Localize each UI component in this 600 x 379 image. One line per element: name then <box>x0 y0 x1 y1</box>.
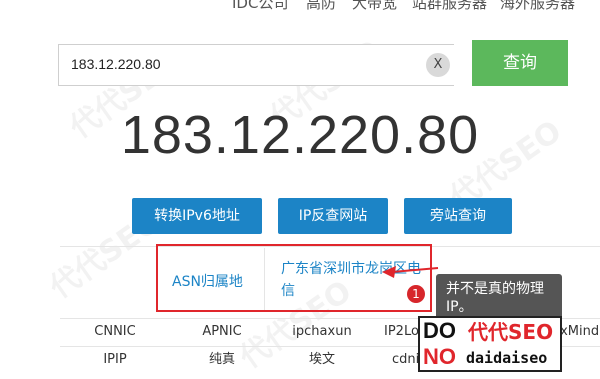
asn-label: ASN归属地 <box>172 274 243 290</box>
source-tab-cnnic[interactable]: CNNIC <box>70 318 160 346</box>
ip-search-input[interactable]: 183.12.220.80 <box>58 44 454 86</box>
watermark-logo: DO NO 代代SEO daidaiseo <box>418 316 562 372</box>
source-tab-apnic[interactable]: APNIC <box>180 318 264 346</box>
watermark-domain: daidaiseo <box>466 349 548 367</box>
convert-ipv6-button[interactable]: 转换IPv6地址 <box>132 198 262 234</box>
annotation-badge: 1 <box>407 285 425 303</box>
ip-reverse-lookup-button[interactable]: IP反查网站 <box>278 198 388 234</box>
sibling-site-query-button[interactable]: 旁站查询 <box>404 198 512 234</box>
source-tab-ipip[interactable]: IPIP <box>70 346 160 374</box>
watermark-brand: 代代SEO <box>468 320 554 344</box>
source-tab-chunzhen[interactable]: 纯真 <box>180 346 264 374</box>
source-tab-aiwen[interactable]: 埃文 <box>280 346 364 374</box>
search-value: 183.12.220.80 <box>71 56 161 72</box>
query-button[interactable]: 查询 <box>472 40 568 86</box>
annotation-text: 并不是真的物理IP。 <box>446 281 544 315</box>
top-nav: IDC公司 高防 大带宽 站群服务器 海外服务器 <box>0 0 600 30</box>
nav-item-bandwidth[interactable]: 大带宽 <box>352 0 397 13</box>
nav-item-anti-ddos[interactable]: 高防 <box>306 0 336 13</box>
nav-item-idc[interactable]: IDC公司 <box>232 0 288 13</box>
source-tab-ipchaxun[interactable]: ipchaxun <box>280 318 364 346</box>
watermark-no: NO <box>423 344 456 369</box>
annotation-callout: 并不是真的物理IP。 <box>436 274 562 320</box>
clear-button[interactable]: X <box>426 53 450 77</box>
nav-item-overseas[interactable]: 海外服务器 <box>500 0 575 13</box>
result-ip: 183.12.220.80 <box>120 105 480 165</box>
watermark-do: DO <box>423 318 456 343</box>
nav-item-site-group[interactable]: 站群服务器 <box>412 0 487 13</box>
